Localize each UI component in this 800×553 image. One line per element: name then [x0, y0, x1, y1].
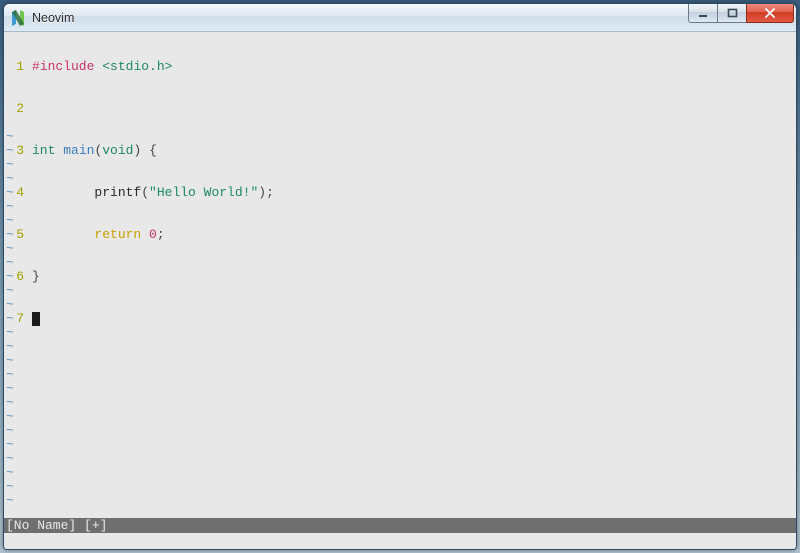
- line-number: 2: [4, 102, 24, 116]
- tilde-line: ~: [4, 242, 14, 256]
- cursor: [32, 312, 40, 326]
- status-text: [No Name] [+]: [6, 518, 107, 533]
- tilde-line: ~: [4, 172, 14, 186]
- token-type: void: [102, 143, 133, 158]
- line-number: 1: [4, 60, 24, 74]
- code-line: int main(void) {: [32, 144, 796, 158]
- tilde-line: ~: [4, 312, 14, 326]
- code-line: }: [32, 270, 796, 284]
- code-line: printf("Hello World!");: [32, 186, 796, 200]
- tilde-line: ~: [4, 340, 14, 354]
- tilde-line: ~: [4, 354, 14, 368]
- code-content[interactable]: #include <stdio.h> int main(void) { prin…: [32, 32, 796, 354]
- tilde-line: ~: [4, 480, 14, 494]
- title-bar[interactable]: Neovim: [4, 4, 796, 32]
- token-indent: [32, 227, 94, 242]
- app-window: Neovim 1 2 3 4 5 6 7 #include <stdio.h>: [3, 3, 797, 550]
- token-indent: [32, 185, 94, 200]
- tilde-line: ~: [4, 424, 14, 438]
- token-header: <stdio.h>: [102, 59, 172, 74]
- token-string: "Hello World!": [149, 185, 258, 200]
- code-line: return 0;: [32, 228, 796, 242]
- neovim-icon: [10, 10, 26, 26]
- editor-area[interactable]: 1 2 3 4 5 6 7 #include <stdio.h> int mai…: [4, 32, 796, 518]
- tilde-line: ~: [4, 144, 14, 158]
- tilde-line: ~: [4, 284, 14, 298]
- command-line-area[interactable]: [4, 533, 796, 549]
- window-controls: [689, 4, 794, 31]
- token-call: printf: [94, 185, 141, 200]
- code-line: #include <stdio.h>: [32, 60, 796, 74]
- tilde-line: ~: [4, 214, 14, 228]
- tilde-line: ~: [4, 256, 14, 270]
- tilde-line: ~: [4, 130, 14, 144]
- token-semi: ;: [266, 185, 274, 200]
- status-bar: [No Name] [+]: [4, 518, 796, 533]
- token-paren: ): [258, 185, 266, 200]
- token-space: [141, 143, 149, 158]
- tilde-line: ~: [4, 326, 14, 340]
- tilde-line: ~: [4, 452, 14, 466]
- tilde-line: ~: [4, 396, 14, 410]
- token-semi: ;: [157, 227, 165, 242]
- token-preproc: #include: [32, 59, 94, 74]
- tilde-line: ~: [4, 438, 14, 452]
- tilde-line: ~: [4, 410, 14, 424]
- tilde-line: ~: [4, 368, 14, 382]
- token-paren: (: [141, 185, 149, 200]
- code-line: [32, 102, 796, 116]
- token-brace: {: [149, 143, 157, 158]
- tilde-line: ~: [4, 270, 14, 284]
- empty-line-tildes: ~~~~~~~~~~~~~~~~~~~~~~~~~~~: [4, 130, 14, 508]
- token-brace: }: [32, 269, 40, 284]
- tilde-line: ~: [4, 200, 14, 214]
- maximize-button[interactable]: [717, 4, 747, 23]
- code-line: [32, 312, 796, 326]
- token-number: 0: [149, 227, 157, 242]
- tilde-line: ~: [4, 158, 14, 172]
- token-keyword: return: [94, 227, 141, 242]
- tilde-line: ~: [4, 466, 14, 480]
- tilde-line: ~: [4, 494, 14, 508]
- tilde-line: ~: [4, 186, 14, 200]
- tilde-line: ~: [4, 298, 14, 312]
- close-button[interactable]: [746, 4, 794, 23]
- minimize-button[interactable]: [688, 4, 718, 23]
- tilde-line: ~: [4, 382, 14, 396]
- window-title: Neovim: [32, 11, 689, 25]
- token-type: int: [32, 143, 55, 158]
- token-func: main: [63, 143, 94, 158]
- tilde-line: ~: [4, 228, 14, 242]
- token-space: [141, 227, 149, 242]
